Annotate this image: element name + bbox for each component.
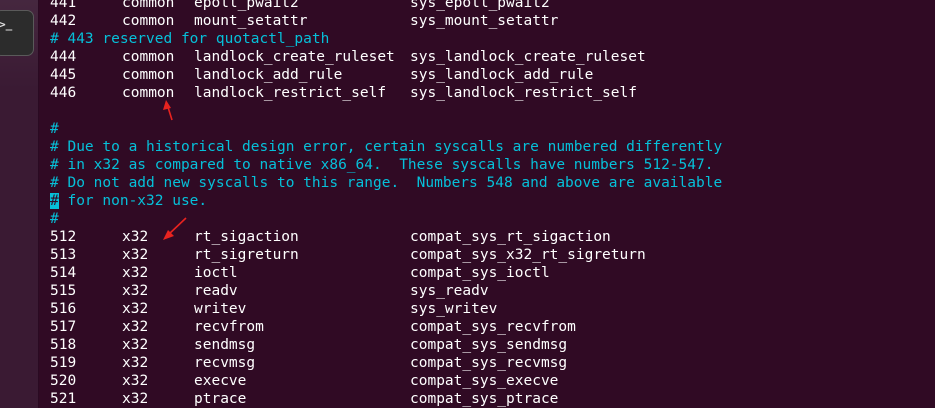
syscall-entry-point: compat_sys_ioctl (410, 265, 550, 281)
syscall-number: 518 (50, 337, 77, 353)
syscall-table-row: 520 x32 execve compat_sys_execve (50, 372, 935, 390)
comment-text: # 443 reserved for quotactl_path (50, 31, 330, 47)
syscall-number: 444 (50, 49, 77, 65)
syscall-table-row: 514 x32 ioctl compat_sys_ioctl (50, 264, 935, 282)
syscall-number: 445 (50, 67, 77, 83)
syscall-number: 441 (50, 0, 77, 11)
syscall-name: execve (194, 373, 247, 389)
syscall-entry-point: sys_landlock_add_rule (410, 67, 594, 83)
syscall-abi: common (122, 13, 175, 29)
syscall-entry-point: compat_sys_x32_rt_sigreturn (410, 247, 646, 263)
syscall-number: 512 (50, 229, 77, 245)
syscall-table-row: 521 x32 ptrace compat_sys_ptrace (50, 390, 935, 408)
syscall-table-row: 512 x32 rt_sigaction compat_sys_rt_sigactio… (50, 228, 935, 246)
syscall-abi: common (122, 67, 175, 83)
terminal-icon[interactable]: >_ (0, 10, 34, 56)
syscall-entry-point: compat_sys_rt_sigaction (410, 229, 611, 245)
syscall-name: mount_setattr (194, 13, 308, 29)
syscall-entry-point: sys_landlock_create_ruleset (410, 49, 646, 65)
syscall-abi: common (122, 85, 175, 101)
comment-line: # (50, 210, 935, 228)
syscall-name: readv (194, 283, 238, 299)
comment-line: # Due to a historical design error, cert… (50, 138, 935, 156)
syscall-name: recvmsg (194, 355, 256, 371)
syscall-table-row: 442 common mount_setattr sys_mount_setattr (50, 12, 935, 30)
syscall-abi: x32 (122, 319, 149, 335)
comment-text: # in x32 as compared to native x86_64. T… (50, 157, 714, 173)
syscall-name: landlock_restrict_self (194, 85, 387, 101)
syscall-abi: common (122, 0, 175, 11)
syscall-table-row: 446 common landlock_restrict_self sys_landl… (50, 84, 935, 102)
text-cursor: # (50, 193, 59, 209)
syscall-entry-point: sys_epoll_pwait2 (410, 0, 550, 11)
comment-line: # Do not add new syscalls to this range.… (50, 174, 935, 192)
syscall-abi: x32 (122, 373, 149, 389)
syscall-abi: x32 (122, 283, 149, 299)
comment-line: # for non-x32 use. (50, 192, 935, 210)
syscall-name: ioctl (194, 265, 238, 281)
syscall-number: 513 (50, 247, 77, 263)
syscall-abi: common (122, 49, 175, 65)
syscall-name: recvfrom (194, 319, 264, 335)
syscall-entry-point: sys_mount_setattr (410, 13, 559, 29)
syscall-entry-point: sys_writev (410, 301, 498, 317)
syscall-entry-point: sys_readv (410, 283, 489, 299)
syscall-table-row: 518 x32 sendmsg compat_sys_sendmsg (50, 336, 935, 354)
syscall-abi: x32 (122, 337, 149, 353)
comment-text: # (50, 211, 59, 227)
comment-text: for non-x32 use. (58, 193, 208, 209)
syscall-entry-point: sys_landlock_restrict_self (410, 85, 637, 101)
comment-text: # (50, 121, 59, 137)
syscall-table-row: 516 x32 writev sys_writev (50, 300, 935, 318)
syscall-entry-point: compat_sys_execve (410, 373, 559, 389)
syscall-abi: x32 (122, 301, 149, 317)
syscall-name: writev (194, 301, 247, 317)
syscall-table-row: 515 x32 readv sys_readv (50, 282, 935, 300)
syscall-abi: x32 (122, 229, 149, 245)
syscall-table-row: 444 common landlock_create_ruleset sys_land… (50, 48, 935, 66)
syscall-number: 442 (50, 13, 77, 29)
comment-line: # in x32 as compared to native x86_64. T… (50, 156, 935, 174)
syscall-abi: x32 (122, 247, 149, 263)
syscall-number: 514 (50, 265, 77, 281)
syscall-number: 519 (50, 355, 77, 371)
syscall-number: 446 (50, 85, 77, 101)
syscall-name: ptrace (194, 391, 247, 407)
terminal-icon-label: >_ (0, 18, 13, 31)
syscall-entry-point: compat_sys_sendmsg (410, 337, 568, 353)
syscall-name: rt_sigaction (194, 229, 299, 245)
syscall-abi: x32 (122, 355, 149, 371)
text-editor-view[interactable]: 441 common epoll_pwait2 sys_epoll_pwait2 442… (50, 0, 935, 408)
comment-text: # Due to a historical design error, cert… (50, 139, 723, 155)
syscall-name: sendmsg (194, 337, 256, 353)
syscall-table-row: 517 x32 recvfrom compat_sys_recvfrom (50, 318, 935, 336)
syscall-number: 515 (50, 283, 77, 299)
syscall-table-row: 519 x32 recvmsg compat_sys_recvmsg (50, 354, 935, 372)
syscall-number: 516 (50, 301, 77, 317)
syscall-abi: x32 (122, 265, 149, 281)
syscall-table-row: 441 common epoll_pwait2 sys_epoll_pwait2 (50, 0, 935, 12)
syscall-entry-point: compat_sys_recvfrom (410, 319, 576, 335)
syscall-entry-point: compat_sys_recvmsg (410, 355, 568, 371)
syscall-name: landlock_add_rule (194, 67, 343, 83)
syscall-abi: x32 (122, 391, 149, 407)
syscall-entry-point: compat_sys_ptrace (410, 391, 559, 407)
syscall-name: landlock_create_ruleset (194, 49, 395, 65)
comment-text: # Do not add new syscalls to this range.… (50, 175, 723, 191)
syscall-number: 520 (50, 373, 77, 389)
comment-line: # (50, 120, 935, 138)
launcher-dock: >_ (0, 0, 39, 408)
syscall-name: rt_sigreturn (194, 247, 299, 263)
comment-line: # 443 reserved for quotactl_path (50, 30, 935, 48)
syscall-name: epoll_pwait2 (194, 0, 299, 11)
syscall-number: 517 (50, 319, 77, 335)
syscall-number: 521 (50, 391, 77, 407)
syscall-table-row: 445 common landlock_add_rule sys_landlock_a… (50, 66, 935, 84)
syscall-table-row: 513 x32 rt_sigreturn compat_sys_x32_rt_sigr… (50, 246, 935, 264)
